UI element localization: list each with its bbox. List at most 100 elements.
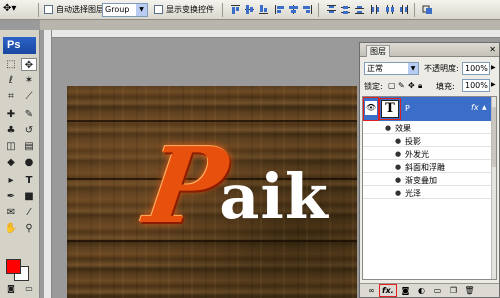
foreground-color-swatch[interactable] bbox=[6, 259, 21, 274]
ruler-top bbox=[52, 30, 500, 38]
fill-label: 填充: bbox=[436, 82, 455, 91]
plank-seam bbox=[67, 120, 357, 122]
pen-tool-icon[interactable]: ✒ bbox=[3, 190, 19, 203]
magic-wand-icon[interactable]: ✶ bbox=[21, 74, 37, 87]
opacity-input[interactable]: 100% bbox=[462, 62, 490, 75]
path-selection-icon[interactable]: ▸ bbox=[3, 174, 19, 187]
history-brush-icon[interactable]: ↺ bbox=[21, 124, 37, 137]
artwork-canvas[interactable]: Paik bbox=[67, 86, 357, 298]
visibility-eye-icon[interactable]: ● bbox=[395, 189, 401, 197]
blur-tool-icon[interactable]: ◆ bbox=[3, 156, 19, 169]
lasso-tool-icon[interactable]: ℓ bbox=[3, 74, 19, 87]
shape-tool-icon[interactable]: ■ bbox=[21, 190, 37, 203]
lock-position-icon[interactable]: ✥ bbox=[408, 81, 416, 90]
effect-row[interactable]: ● 外发光 bbox=[363, 148, 491, 160]
auto-select-dropdown[interactable]: Group ▼ bbox=[102, 3, 148, 17]
options-bar: ✥▾ 自动选择图层 Group ▼ 显示变换控件 bbox=[0, 0, 500, 20]
align-top-icon[interactable] bbox=[230, 4, 241, 15]
crop-tool-icon[interactable]: ⌗ bbox=[3, 90, 19, 103]
collapse-effects-icon[interactable]: ▲ bbox=[482, 104, 487, 111]
visibility-eye-icon[interactable]: ● bbox=[395, 163, 401, 171]
close-icon[interactable]: ✕ bbox=[489, 45, 496, 54]
distribute-bottom-icon[interactable] bbox=[354, 4, 365, 15]
layer-name: P bbox=[405, 104, 410, 113]
layers-panel-titlebar: 图层 ✕ bbox=[360, 43, 499, 57]
align-hcenter-icon[interactable] bbox=[288, 4, 299, 15]
auto-align-layers-icon[interactable] bbox=[422, 4, 433, 15]
fill-input[interactable]: 100% bbox=[462, 79, 490, 92]
distribute-hcenter-icon[interactable] bbox=[384, 4, 395, 15]
brush-tool-icon[interactable]: ✎ bbox=[21, 108, 37, 121]
auto-select-label: 自动选择图层 bbox=[56, 5, 104, 14]
effect-label: 外发光 bbox=[405, 150, 429, 159]
separator bbox=[222, 3, 223, 17]
lock-all-icon[interactable]: 🔒︎ bbox=[418, 81, 426, 90]
move-tool-icon[interactable]: ✥▾ bbox=[3, 3, 25, 17]
effect-row[interactable]: ● 斜面和浮雕 bbox=[363, 161, 491, 173]
auto-select-checkbox[interactable] bbox=[44, 5, 53, 14]
distribute-top-icon[interactable] bbox=[326, 4, 337, 15]
distribute-vcenter-icon[interactable] bbox=[340, 4, 351, 15]
new-group-icon[interactable]: ▭ bbox=[432, 286, 443, 296]
fx-badge-icon[interactable]: fx bbox=[471, 103, 479, 112]
align-vcenter-icon[interactable] bbox=[244, 4, 255, 15]
add-mask-icon[interactable]: ◙ bbox=[400, 286, 411, 296]
delete-layer-icon[interactable]: 🗑︎ bbox=[464, 286, 475, 296]
chevron-right-icon[interactable]: ▶ bbox=[491, 64, 496, 71]
layer-list-scrollbar[interactable] bbox=[491, 97, 496, 279]
effects-group-row[interactable]: ● 效果 bbox=[363, 122, 491, 134]
align-right-icon[interactable] bbox=[302, 4, 313, 15]
lock-pixels-icon[interactable]: ✎ bbox=[398, 81, 406, 90]
ruler-left bbox=[44, 30, 52, 298]
link-layers-icon[interactable]: ∞ bbox=[366, 286, 377, 296]
marquee-tool-icon[interactable]: ⬚ bbox=[3, 58, 19, 71]
auto-select-value: Group bbox=[105, 5, 130, 14]
separator bbox=[318, 3, 319, 17]
notes-tool-icon[interactable]: ✉ bbox=[3, 206, 19, 219]
new-layer-icon[interactable]: ❐ bbox=[448, 286, 459, 296]
quick-mask-icon[interactable]: ◙ bbox=[3, 282, 19, 295]
show-transform-checkbox[interactable] bbox=[154, 5, 163, 14]
eraser-tool-icon[interactable]: ◫ bbox=[3, 140, 19, 153]
chevron-down-icon: ▼ bbox=[408, 63, 418, 74]
zoom-tool-icon[interactable]: ⚲ bbox=[21, 222, 37, 235]
ps-logo: Ps bbox=[3, 37, 36, 54]
highlight-thumb-box bbox=[379, 98, 401, 120]
screen-mode-icon[interactable]: ▭ bbox=[21, 282, 37, 295]
visibility-eye-icon[interactable]: ● bbox=[395, 176, 401, 184]
move-tool-icon[interactable]: ✥ bbox=[21, 58, 37, 71]
effects-group-label: 效果 bbox=[395, 124, 411, 133]
dodge-tool-icon[interactable]: ● bbox=[21, 156, 37, 169]
effect-label: 斜面和浮雕 bbox=[405, 163, 445, 172]
align-left-icon[interactable] bbox=[274, 4, 285, 15]
blend-mode-select[interactable]: 正常 ▼ bbox=[364, 62, 419, 75]
slice-tool-icon[interactable]: ⟋ bbox=[21, 90, 37, 103]
lock-transparency-icon[interactable]: ▢ bbox=[388, 81, 396, 90]
eyedropper-icon[interactable]: ⁄ bbox=[21, 206, 37, 219]
effect-label: 渐变叠加 bbox=[405, 176, 437, 185]
visibility-eye-icon[interactable]: ● bbox=[395, 137, 401, 145]
lock-label: 锁定: bbox=[364, 82, 383, 91]
effect-row[interactable]: ● 渐变叠加 bbox=[363, 174, 491, 186]
distribute-left-icon[interactable] bbox=[370, 4, 381, 15]
clone-stamp-icon[interactable]: ♣ bbox=[3, 124, 19, 137]
visibility-eye-icon[interactable]: ● bbox=[395, 150, 401, 158]
gradient-tool-icon[interactable]: ▤ bbox=[21, 140, 37, 153]
type-tool-icon[interactable]: T bbox=[21, 174, 37, 187]
show-transform-label: 显示变换控件 bbox=[166, 5, 214, 14]
tab-layers[interactable]: 图层 bbox=[366, 45, 390, 57]
distribute-right-icon[interactable] bbox=[398, 4, 409, 15]
hand-tool-icon[interactable]: ✋ bbox=[3, 222, 19, 235]
effect-row[interactable]: ● 光泽 bbox=[363, 187, 491, 199]
scrollbar-thumb[interactable] bbox=[492, 107, 496, 167]
effect-row[interactable]: ● 投影 bbox=[363, 135, 491, 147]
artwork-letters-rest: aik bbox=[219, 160, 329, 233]
visibility-eye-icon[interactable]: ● bbox=[385, 124, 391, 132]
healing-brush-icon[interactable]: ✚ bbox=[3, 108, 19, 121]
separator bbox=[414, 3, 415, 17]
chevron-right-icon[interactable]: ▶ bbox=[491, 81, 496, 88]
highlight-eye-box bbox=[363, 97, 379, 121]
layers-panel: 图层 ✕ 正常 ▼ 不透明度: 100% ▶ 锁定: ▢ ✎ ✥ 🔒︎ 填充: … bbox=[359, 42, 500, 298]
align-bottom-icon[interactable] bbox=[258, 4, 269, 15]
adjustment-layer-icon[interactable]: ◐ bbox=[416, 286, 427, 296]
